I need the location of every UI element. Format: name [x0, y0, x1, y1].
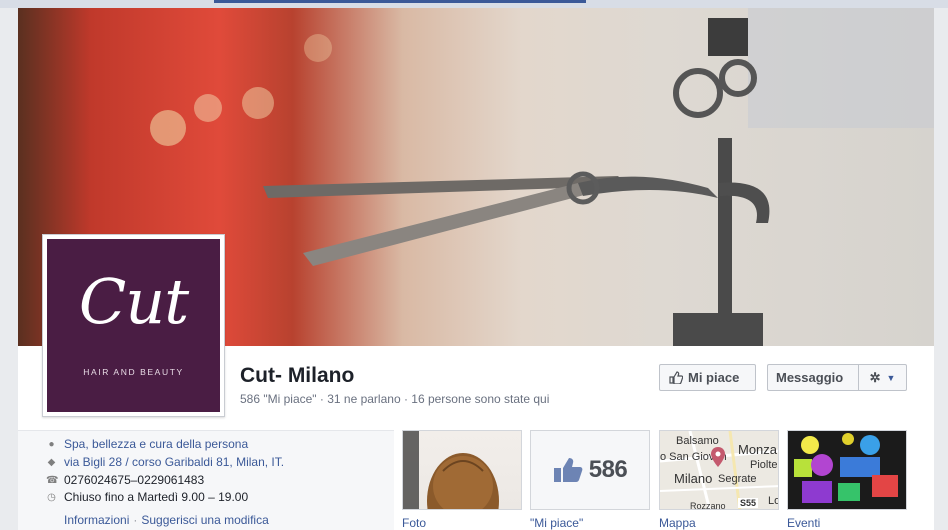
page-title[interactable]: Cut- Milano [240, 364, 354, 388]
about-links: Informazioni · Suggerisci una modifica [64, 513, 269, 527]
events-tile[interactable] [787, 430, 907, 510]
hours-row: ◷ Chiuso fino a Martedì 9.00 – 19.00 [46, 490, 248, 504]
events-collage-illustration [794, 433, 898, 503]
category-link[interactable]: Spa, bellezza e cura della persona [64, 437, 248, 451]
top-bar-accent [214, 0, 586, 3]
photos-tile[interactable] [402, 430, 522, 510]
phone-row: ☎ 0276024675–0229061483 [46, 473, 204, 487]
gear-icon: ✲ [869, 369, 881, 385]
hair-photo-illustration [403, 431, 499, 509]
address-row: ◆ via Bigli 28 / corso Garibaldi 81, Mil… [46, 455, 284, 469]
like-button-label: Mi piace [688, 370, 740, 385]
top-bar [0, 0, 948, 8]
photos-tile-label[interactable]: Foto [402, 516, 426, 530]
phone-text: 0276024675–0229061483 [64, 473, 205, 487]
map-label-lo: Lo [768, 495, 778, 507]
map-label-rozzano: Rozzano [690, 501, 726, 510]
map-label-monza: Monza [738, 442, 778, 457]
map-label-balsamo: Balsamo [676, 435, 719, 447]
page-stats: 586 "Mi piace" · 31 ne parlano · 16 pers… [240, 392, 550, 406]
like-button[interactable]: Mi piace [659, 364, 756, 391]
tag-icon: ● [48, 438, 55, 450]
likes-tile[interactable]: 586 [530, 430, 650, 510]
profile-picture[interactable]: Cut HAIR AND BEAUTY [42, 234, 225, 417]
logo-script: Cut [78, 265, 189, 338]
map-tile-label[interactable]: Mappa [659, 516, 696, 530]
thumbs-up-icon [553, 458, 583, 482]
map-pin-icon: ◆ [47, 456, 56, 468]
map-label-route: S55 [740, 498, 757, 508]
link-separator: · [133, 513, 138, 527]
suggest-edit-link[interactable]: Suggerisci una modifica [141, 513, 268, 527]
map-label-pioltel: Pioltel [750, 459, 779, 471]
brand-logo: Cut HAIR AND BEAUTY [47, 239, 220, 412]
page-container: Cut HAIR AND BEAUTY Cut- Milano 586 "Mi … [18, 8, 934, 530]
hours-text: Chiuso fino a Martedì 9.00 – 19.00 [64, 490, 249, 504]
thumbs-up-icon [669, 371, 683, 384]
likes-count: 586 [588, 456, 628, 483]
chevron-down-icon: ▼ [886, 372, 896, 383]
logo-subtitle: HAIR AND BEAUTY [83, 367, 184, 377]
settings-dropdown-button[interactable]: ✲ ▼ [858, 364, 907, 391]
address-link[interactable]: via Bigli 28 / corso Garibaldi 81, Milan… [64, 455, 284, 469]
likes-tile-label[interactable]: "Mi piace" [530, 516, 583, 530]
map-label-milano: Milano [674, 471, 713, 486]
message-button[interactable]: Messaggio [767, 364, 859, 391]
map-label-segrate: Segrate [718, 473, 757, 485]
clock-icon: ◷ [47, 491, 56, 503]
phone-icon: ☎ [46, 474, 59, 486]
events-tile-label[interactable]: Eventi [787, 516, 820, 530]
message-button-label: Messaggio [776, 370, 844, 385]
map-pin-icon [711, 447, 725, 467]
info-link[interactable]: Informazioni [64, 513, 129, 527]
map-tile[interactable]: Balsamo Monza o San Giovan Pioltel Milan… [659, 430, 779, 510]
category-row: ● Spa, bellezza e cura della persona [46, 437, 248, 451]
